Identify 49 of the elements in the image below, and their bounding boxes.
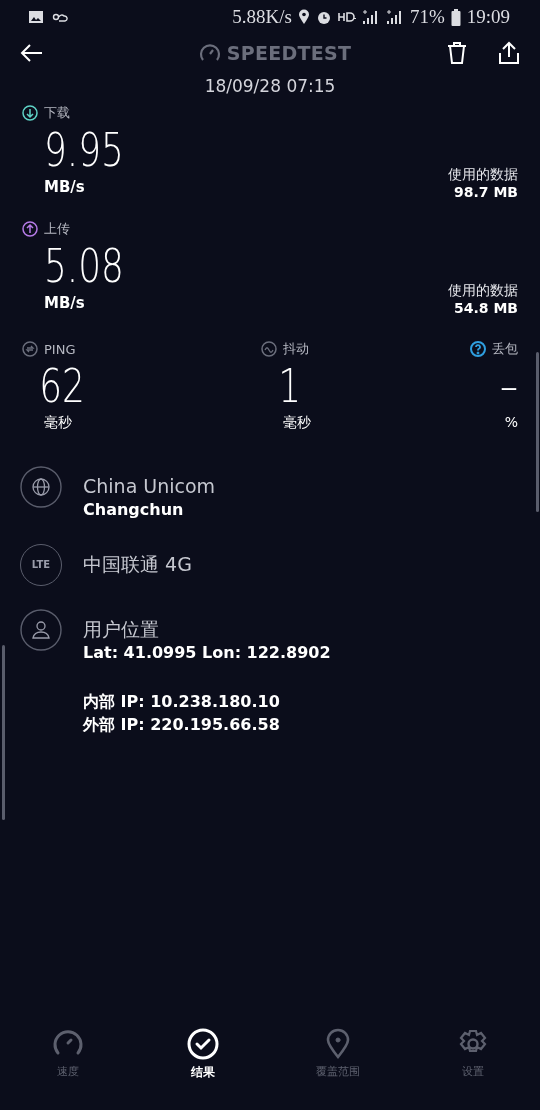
metric-unit: 毫秒 bbox=[43, 414, 73, 432]
info-title: 用户位置 bbox=[83, 617, 160, 641]
nav-tab[interactable]: 速度 bbox=[0, 1028, 135, 1104]
battery-percent: 71% bbox=[409, 6, 445, 28]
user-icon bbox=[20, 609, 62, 651]
signal-icon bbox=[385, 9, 404, 25]
clock: 19:09 bbox=[466, 6, 510, 28]
info-title: 中国联通 4G bbox=[83, 552, 192, 576]
info-detail: Lat: 41.0995 Lon: 122.8902 bbox=[83, 642, 331, 664]
hd-voice-icon bbox=[337, 11, 356, 23]
back-arrow-icon[interactable] bbox=[20, 43, 44, 63]
nav-tab[interactable]: 覆盖范围 bbox=[270, 1028, 405, 1104]
battery-icon bbox=[450, 8, 461, 26]
app-title: SPEEDTEST bbox=[226, 42, 352, 64]
speedometer-icon bbox=[198, 43, 221, 63]
share-icon[interactable] bbox=[498, 41, 520, 65]
result-value: 9.95 bbox=[44, 122, 124, 178]
metric-unit: % bbox=[504, 414, 518, 432]
metric-value: 1 bbox=[276, 358, 301, 414]
test-date: 18/09/28 07:15 bbox=[203, 75, 337, 98]
info-detail: Changchun bbox=[83, 499, 185, 521]
metric-label: PING bbox=[44, 341, 76, 357]
result-unit: MB/s bbox=[44, 294, 86, 314]
trash-icon[interactable] bbox=[446, 41, 468, 65]
metric-label: 丢包 bbox=[492, 340, 518, 358]
metric-value: 62 bbox=[38, 358, 85, 414]
nav-tab[interactable]: 结果 bbox=[135, 1028, 270, 1104]
result-label: 上传 bbox=[44, 220, 70, 238]
network-speed: 5.88K/s bbox=[232, 6, 292, 28]
result-label: 下载 bbox=[44, 104, 70, 122]
location-icon bbox=[297, 9, 310, 25]
data-used-value: 98.7 MB bbox=[452, 184, 518, 200]
globe-icon bbox=[20, 466, 62, 508]
info-title: China Unicom bbox=[83, 474, 216, 498]
result-unit: MB/s bbox=[44, 178, 86, 198]
signal-icon bbox=[361, 9, 380, 25]
data-used-label: 使用的数据 bbox=[448, 282, 518, 300]
ip-address: 内部 IP: 10.238.180.10 bbox=[83, 691, 281, 713]
check-circle-icon bbox=[186, 1028, 219, 1060]
image-icon bbox=[28, 9, 44, 25]
data-used-value: 54.8 MB bbox=[452, 300, 518, 316]
nav-tab[interactable]: 设置 bbox=[405, 1028, 540, 1104]
metric-value: – bbox=[500, 358, 518, 414]
metric-unit: 毫秒 bbox=[281, 414, 312, 432]
metric-label: 抖动 bbox=[282, 340, 309, 358]
alarm-icon bbox=[315, 9, 332, 25]
data-used-label: 使用的数据 bbox=[448, 166, 518, 184]
ip-address: 外部 IP: 220.195.66.58 bbox=[83, 714, 281, 736]
result-value: 5.08 bbox=[44, 238, 124, 294]
